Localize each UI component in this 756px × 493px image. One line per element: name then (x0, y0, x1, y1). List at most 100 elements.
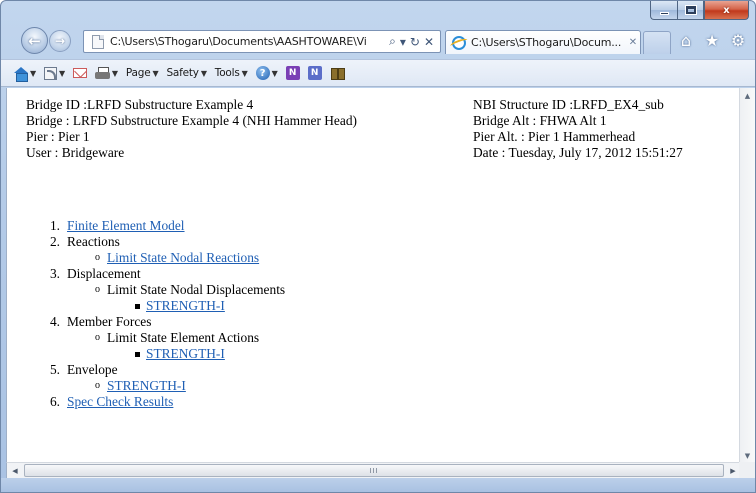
item-number: 1. (49, 218, 60, 233)
square-bullet-icon (135, 304, 140, 309)
chevron-down-icon: ▼ (30, 68, 36, 78)
research-icon (330, 66, 346, 80)
bridge-alt: Bridge Alt : FHWA Alt 1 (473, 113, 607, 128)
scroll-left-icon[interactable]: ◀ (7, 463, 23, 478)
address-text[interactable]: C:\Users\SThogaru\Documents\AASHTOWARE\V… (110, 35, 385, 48)
dropdown-icon[interactable]: ▾ (400, 35, 406, 49)
link-envelope-strength-i[interactable]: STRENGTH-I (107, 378, 186, 393)
list-item: o Limit State Nodal Displacements (26, 282, 285, 298)
page-content: Bridge ID :LRFD Substructure Example 4 B… (6, 88, 741, 464)
ie-icon (452, 35, 466, 50)
settings-gear-icon[interactable]: ⚙ (729, 31, 747, 50)
item-number: 2. (49, 234, 60, 249)
maximize-button[interactable] (677, 1, 704, 20)
maximize-icon (685, 6, 696, 14)
list-item: 4. Member Forces (26, 314, 285, 330)
chevron-down-icon: ▼ (200, 68, 207, 78)
safety-menu[interactable]: Safety ▼ (163, 62, 209, 84)
refresh-icon[interactable]: ↻ (410, 35, 420, 49)
search-icon[interactable]: ⌕ (389, 34, 396, 49)
link-finite-element-model[interactable]: Finite Element Model (67, 218, 185, 233)
onenote-icon: N (285, 66, 300, 80)
link-nodal-reactions[interactable]: Limit State Nodal Reactions (107, 250, 259, 265)
onenote-button[interactable]: N (283, 62, 303, 84)
report-date: Date : Tuesday, July 17, 2012 15:51:27 (473, 145, 683, 160)
chevron-down-icon: ▼ (111, 68, 118, 78)
bridge-id: Bridge ID :LRFD Substructure Example 4 (26, 97, 254, 112)
subsection-nodal-displacements: Limit State Nodal Displacements (107, 282, 286, 297)
mail-button[interactable] (70, 62, 90, 84)
tools-menu[interactable]: Tools ▼ (212, 62, 251, 84)
subsection-element-actions: Limit State Element Actions (107, 330, 260, 345)
home-button[interactable]: ▼ (11, 62, 39, 84)
list-item: 5. Envelope (26, 362, 285, 378)
horizontal-scrollbar[interactable]: ◀ III ▶ (6, 462, 741, 478)
list-item: 6. Spec Check Results (26, 394, 285, 410)
circle-bullet-icon: o (95, 380, 100, 391)
feeds-button[interactable]: ▼ (41, 62, 68, 84)
minimize-icon (659, 11, 669, 15)
stop-icon[interactable]: ✕ (424, 35, 434, 49)
address-tools: ⌕ ▾ ↻ ✕ (385, 34, 440, 49)
forward-button[interactable]: → (49, 30, 71, 52)
new-tab-button[interactable] (643, 31, 671, 54)
minimize-button[interactable] (650, 1, 677, 20)
home-icon[interactable]: ⌂ (677, 31, 695, 50)
page-icon (92, 34, 104, 49)
window-bottom-frame (1, 478, 755, 492)
report-header-right: NBI Structure ID :LRFD_EX4_sub Bridge Al… (473, 97, 683, 161)
page-menu-label: Page (125, 67, 151, 79)
favorites-icon[interactable]: ★ (703, 31, 721, 50)
scroll-up-icon[interactable]: ▲ (740, 88, 755, 104)
navigation-bar: ← → C:\Users\SThogaru\Documents\AASHTOWA… (1, 23, 755, 59)
tab-close-icon[interactable]: ✕ (626, 37, 640, 48)
close-icon: x (723, 4, 730, 16)
chevron-down-icon: ▼ (241, 68, 248, 78)
section-reactions: Reactions (67, 234, 120, 249)
caption-buttons: x (650, 1, 749, 21)
scroll-thumb[interactable]: III (24, 464, 724, 477)
close-button[interactable]: x (704, 1, 749, 20)
mail-icon (72, 68, 87, 78)
item-number: 5. (49, 362, 60, 377)
link-spec-check-results[interactable]: Spec Check Results (67, 394, 173, 409)
page-menu[interactable]: Page ▼ (123, 62, 162, 84)
pier-alt: Pier Alt. : Pier 1 Hammerhead (473, 129, 636, 144)
address-bar[interactable]: C:\Users\SThogaru\Documents\AASHTOWARE\V… (83, 30, 441, 53)
print-button[interactable]: ▼ (92, 62, 121, 84)
feed-icon (43, 66, 57, 80)
link-member-forces-strength-i[interactable]: STRENGTH-I (146, 346, 225, 361)
tools-menu-label: Tools (214, 67, 240, 79)
pier-name: Pier : Pier 1 (26, 129, 90, 144)
item-number: 3. (49, 266, 60, 281)
item-number: 4. (49, 314, 60, 329)
nbi-structure-id: NBI Structure ID :LRFD_EX4_sub (473, 97, 664, 112)
report-contents: 1. Finite Element Model 2. Reactions o L… (26, 218, 285, 410)
research-button[interactable] (327, 62, 349, 84)
list-item: STRENGTH-I (26, 346, 285, 362)
forward-arrow-icon: → (54, 34, 66, 48)
list-item: o Limit State Element Actions (26, 330, 285, 346)
print-icon (94, 66, 110, 80)
section-member-forces: Member Forces (67, 314, 152, 329)
circle-bullet-icon: o (95, 332, 100, 343)
circle-bullet-icon: o (95, 284, 100, 295)
report-header-left: Bridge ID :LRFD Substructure Example 4 B… (26, 97, 357, 161)
user-name: User : Bridgeware (26, 145, 125, 160)
list-item: o Limit State Nodal Reactions (26, 250, 285, 266)
chevron-down-icon: ▼ (152, 68, 159, 78)
vertical-scrollbar[interactable]: ▲ ▼ (739, 88, 755, 464)
onenote-linked-button[interactable]: N (305, 62, 325, 84)
scroll-grip-icon: III (369, 466, 379, 475)
link-displacement-strength-i[interactable]: STRENGTH-I (146, 298, 225, 313)
help-button[interactable]: ? ▼ (253, 62, 281, 84)
list-item: STRENGTH-I (26, 298, 285, 314)
section-displacement: Displacement (67, 266, 141, 281)
help-icon: ? (255, 66, 270, 80)
list-item: 3. Displacement (26, 266, 285, 282)
tab-active[interactable]: C:\Users\SThogaru\Docum... ✕ (445, 30, 641, 54)
chevron-down-icon: ▼ (58, 68, 65, 78)
back-button[interactable]: ← (21, 27, 48, 54)
item-number: 6. (49, 394, 60, 409)
onenote-linked-icon: N (307, 66, 322, 80)
